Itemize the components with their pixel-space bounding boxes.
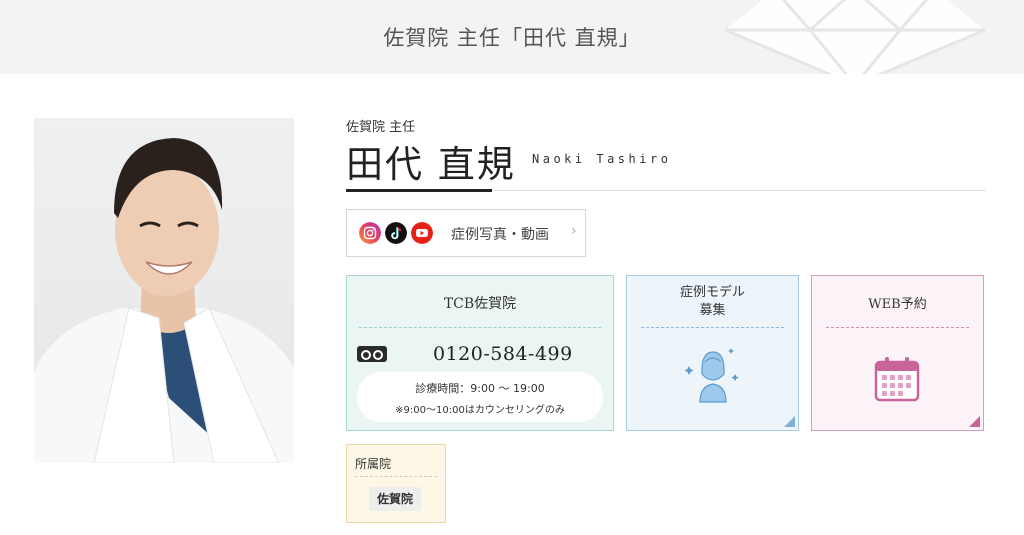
clinic-hours-box: 診療時間：9:00 〜 19:00 ※9:00〜10:00はカウンセリングのみ <box>357 372 603 422</box>
divider <box>826 327 969 328</box>
free-dial-icon <box>357 346 387 362</box>
divider <box>641 327 784 328</box>
doctor-role: 佐賀院 主任 <box>346 120 416 135</box>
affiliation-clinic-tag[interactable]: 佐賀院 <box>369 487 421 511</box>
clinic-hours-note: ※9:00〜10:00はカウンセリングのみ <box>395 405 565 416</box>
case-model-card[interactable]: 症例モデル 募集 <box>626 275 799 431</box>
model-woman-icon <box>684 348 739 403</box>
doctor-name-roman: Naoki Tashiro <box>532 152 672 166</box>
tiktok-icon[interactable] <box>385 222 407 244</box>
divider <box>355 476 437 477</box>
youtube-icon[interactable] <box>411 222 433 244</box>
clinic-contact-card[interactable]: TCB佐賀院 0120-584-499 診療時間：9:00 〜 19:00 ※9… <box>346 275 614 431</box>
chevron-right-icon: › <box>571 223 577 239</box>
calendar-icon <box>874 357 920 402</box>
web-reservation-card[interactable]: WEB予約 <box>811 275 984 431</box>
sns-link-label: 症例写真・動画 <box>451 227 549 243</box>
divider <box>359 327 601 328</box>
affiliation-label: 所属院 <box>355 457 392 471</box>
clinic-phone-number[interactable]: 0120-584-499 <box>433 343 573 365</box>
case-photos-video-link[interactable]: 症例写真・動画 › <box>346 209 586 257</box>
corner-arrow-icon <box>969 416 980 427</box>
name-underline <box>346 189 492 192</box>
doctor-name: 田代 直規 <box>346 143 516 186</box>
clinic-hours: 診療時間：9:00 〜 19:00 <box>415 382 545 395</box>
doctor-photo <box>34 118 294 463</box>
affiliation-box: 所属院 佐賀院 <box>346 444 446 523</box>
instagram-icon[interactable] <box>359 222 381 244</box>
case-model-title: 症例モデル 募集 <box>679 285 745 318</box>
page-title: 佐賀院 主任「田代 直規」 <box>383 26 641 50</box>
page-header: 佐賀院 主任「田代 直規」 <box>0 0 1024 74</box>
web-reservation-title: WEB予約 <box>868 297 927 312</box>
clinic-card-title: TCB佐賀院 <box>443 296 517 312</box>
corner-arrow-icon <box>784 416 795 427</box>
